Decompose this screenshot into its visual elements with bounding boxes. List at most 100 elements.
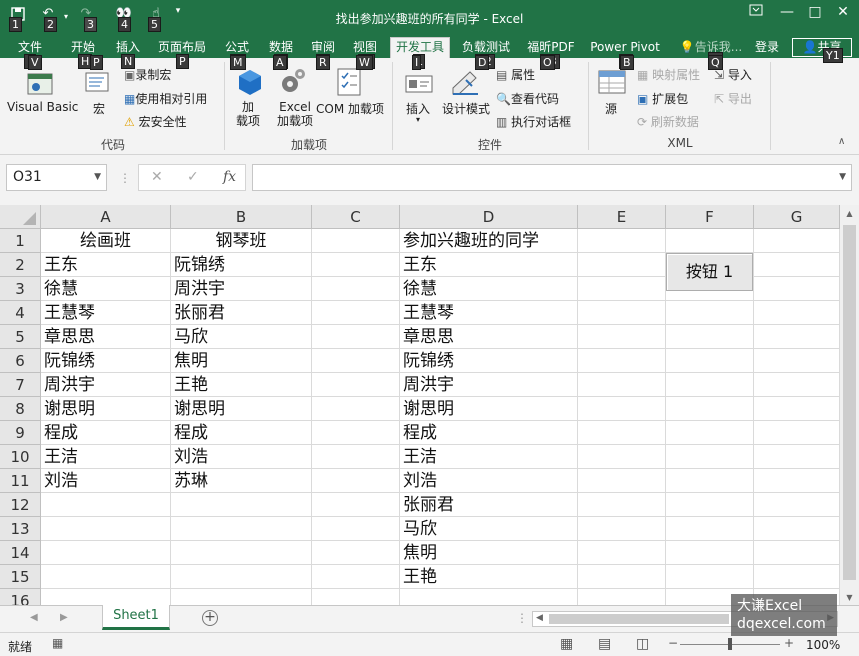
row-header-7[interactable]: 7 xyxy=(0,373,41,397)
relative-reference-button[interactable]: ▦使用相对引用 xyxy=(124,90,207,107)
cell-f15[interactable] xyxy=(666,565,754,589)
zoom-slider-thumb[interactable] xyxy=(728,638,732,650)
cell-d3[interactable]: 徐慧 xyxy=(400,277,578,301)
cell-c2[interactable] xyxy=(312,253,400,277)
cell-c9[interactable] xyxy=(312,421,400,445)
cell-a13[interactable] xyxy=(41,517,171,541)
cell-e13[interactable] xyxy=(578,517,666,541)
properties-button[interactable]: ▤ 属性 xyxy=(496,66,535,83)
cell-c14[interactable] xyxy=(312,541,400,565)
cell-e8[interactable] xyxy=(578,397,666,421)
zoom-level[interactable]: 100% xyxy=(806,638,840,652)
column-header-f[interactable]: F xyxy=(666,205,754,229)
form-button-1[interactable]: 按钮 1 xyxy=(666,253,753,291)
cell-e7[interactable] xyxy=(578,373,666,397)
row-header-16[interactable]: 16 xyxy=(0,589,41,605)
column-header-a[interactable]: A xyxy=(41,205,171,229)
page-layout-view-icon[interactable]: ▤ xyxy=(598,636,611,652)
cell-b7[interactable]: 王艳 xyxy=(171,373,312,397)
cell-f11[interactable] xyxy=(666,469,754,493)
zoom-out-button[interactable]: − xyxy=(668,636,678,650)
row-header-10[interactable]: 10 xyxy=(0,445,41,469)
cell-b11[interactable]: 苏琳 xyxy=(171,469,312,493)
cell-a9[interactable]: 程成 xyxy=(41,421,171,445)
close-button[interactable]: ✕ xyxy=(828,4,858,28)
cell-d10[interactable]: 王洁 xyxy=(400,445,578,469)
cell-a11[interactable]: 刘浩 xyxy=(41,469,171,493)
cell-g14[interactable] xyxy=(754,541,840,565)
cell-d6[interactable]: 阮锦绣 xyxy=(400,349,578,373)
view-code-button[interactable]: 🔍查看代码 xyxy=(496,90,559,107)
cell-a1[interactable]: 绘画班 xyxy=(41,229,171,253)
cell-b1[interactable]: 钢琴班 xyxy=(171,229,312,253)
horizontal-scroll-thumb[interactable] xyxy=(549,614,729,624)
cell-e6[interactable] xyxy=(578,349,666,373)
cell-g10[interactable] xyxy=(754,445,840,469)
cell-e2[interactable] xyxy=(578,253,666,277)
cell-b10[interactable]: 刘浩 xyxy=(171,445,312,469)
cell-d9[interactable]: 程成 xyxy=(400,421,578,445)
cell-g1[interactable] xyxy=(754,229,840,253)
cell-a7[interactable]: 周洪宇 xyxy=(41,373,171,397)
cell-c7[interactable] xyxy=(312,373,400,397)
cell-e5[interactable] xyxy=(578,325,666,349)
cell-a12[interactable] xyxy=(41,493,171,517)
cell-c12[interactable] xyxy=(312,493,400,517)
cell-g4[interactable] xyxy=(754,301,840,325)
cell-b13[interactable] xyxy=(171,517,312,541)
row-header-6[interactable]: 6 xyxy=(0,349,41,373)
insert-controls-dropdown-icon[interactable]: ▾ xyxy=(416,115,420,124)
cell-c8[interactable] xyxy=(312,397,400,421)
zoom-in-button[interactable]: + xyxy=(784,636,794,650)
cell-f7[interactable] xyxy=(666,373,754,397)
cell-b6[interactable]: 焦明 xyxy=(171,349,312,373)
cell-f5[interactable] xyxy=(666,325,754,349)
refresh-data-button[interactable]: ⟳ 刷新数据 xyxy=(637,113,699,130)
macros-button[interactable]: 宏 xyxy=(93,100,105,117)
cell-f8[interactable] xyxy=(666,397,754,421)
cell-d8[interactable]: 谢思明 xyxy=(400,397,578,421)
cell-d13[interactable]: 马欣 xyxy=(400,517,578,541)
row-header-4[interactable]: 4 xyxy=(0,301,41,325)
cell-a6[interactable]: 阮锦绣 xyxy=(41,349,171,373)
row-header-5[interactable]: 5 xyxy=(0,325,41,349)
cell-a4[interactable]: 王慧琴 xyxy=(41,301,171,325)
cell-a10[interactable]: 王洁 xyxy=(41,445,171,469)
cell-d5[interactable]: 章思思 xyxy=(400,325,578,349)
cell-g8[interactable] xyxy=(754,397,840,421)
design-mode-button[interactable]: 设计模式 xyxy=(442,100,490,117)
cell-d12[interactable]: 张丽君 xyxy=(400,493,578,517)
cell-c4[interactable] xyxy=(312,301,400,325)
run-dialog-button[interactable]: ▥ 执行对话框 xyxy=(496,113,571,130)
cell-e16[interactable] xyxy=(578,589,666,605)
cell-c16[interactable] xyxy=(312,589,400,605)
row-header-1[interactable]: 1 xyxy=(0,229,41,253)
cell-e10[interactable] xyxy=(578,445,666,469)
cell-a15[interactable] xyxy=(41,565,171,589)
map-properties-button[interactable]: ▦ 映射属性 xyxy=(637,66,700,83)
row-header-14[interactable]: 14 xyxy=(0,541,41,565)
cell-f14[interactable] xyxy=(666,541,754,565)
scroll-left-icon[interactable]: ◀ xyxy=(536,613,543,623)
name-box[interactable]: O31 ▼ xyxy=(6,164,107,191)
cell-d15[interactable]: 王艳 xyxy=(400,565,578,589)
cell-g6[interactable] xyxy=(754,349,840,373)
cell-f6[interactable] xyxy=(666,349,754,373)
scroll-down-icon[interactable]: ▼ xyxy=(840,593,859,602)
formula-input[interactable]: ▼ xyxy=(252,164,852,191)
cell-e1[interactable] xyxy=(578,229,666,253)
scroll-up-icon[interactable]: ▲ xyxy=(840,209,859,218)
cell-e9[interactable] xyxy=(578,421,666,445)
row-header-11[interactable]: 11 xyxy=(0,469,41,493)
cell-b15[interactable] xyxy=(171,565,312,589)
cell-a8[interactable]: 谢思明 xyxy=(41,397,171,421)
cell-a14[interactable] xyxy=(41,541,171,565)
visual-basic-button[interactable]: Visual Basic xyxy=(7,100,78,114)
cell-e3[interactable] xyxy=(578,277,666,301)
cell-a3[interactable]: 徐慧 xyxy=(41,277,171,301)
cell-d4[interactable]: 王慧琴 xyxy=(400,301,578,325)
cell-g13[interactable] xyxy=(754,517,840,541)
page-break-view-icon[interactable]: ◫ xyxy=(636,636,649,652)
row-header-12[interactable]: 12 xyxy=(0,493,41,517)
com-addins-button[interactable]: COM 加载项 xyxy=(316,100,384,117)
